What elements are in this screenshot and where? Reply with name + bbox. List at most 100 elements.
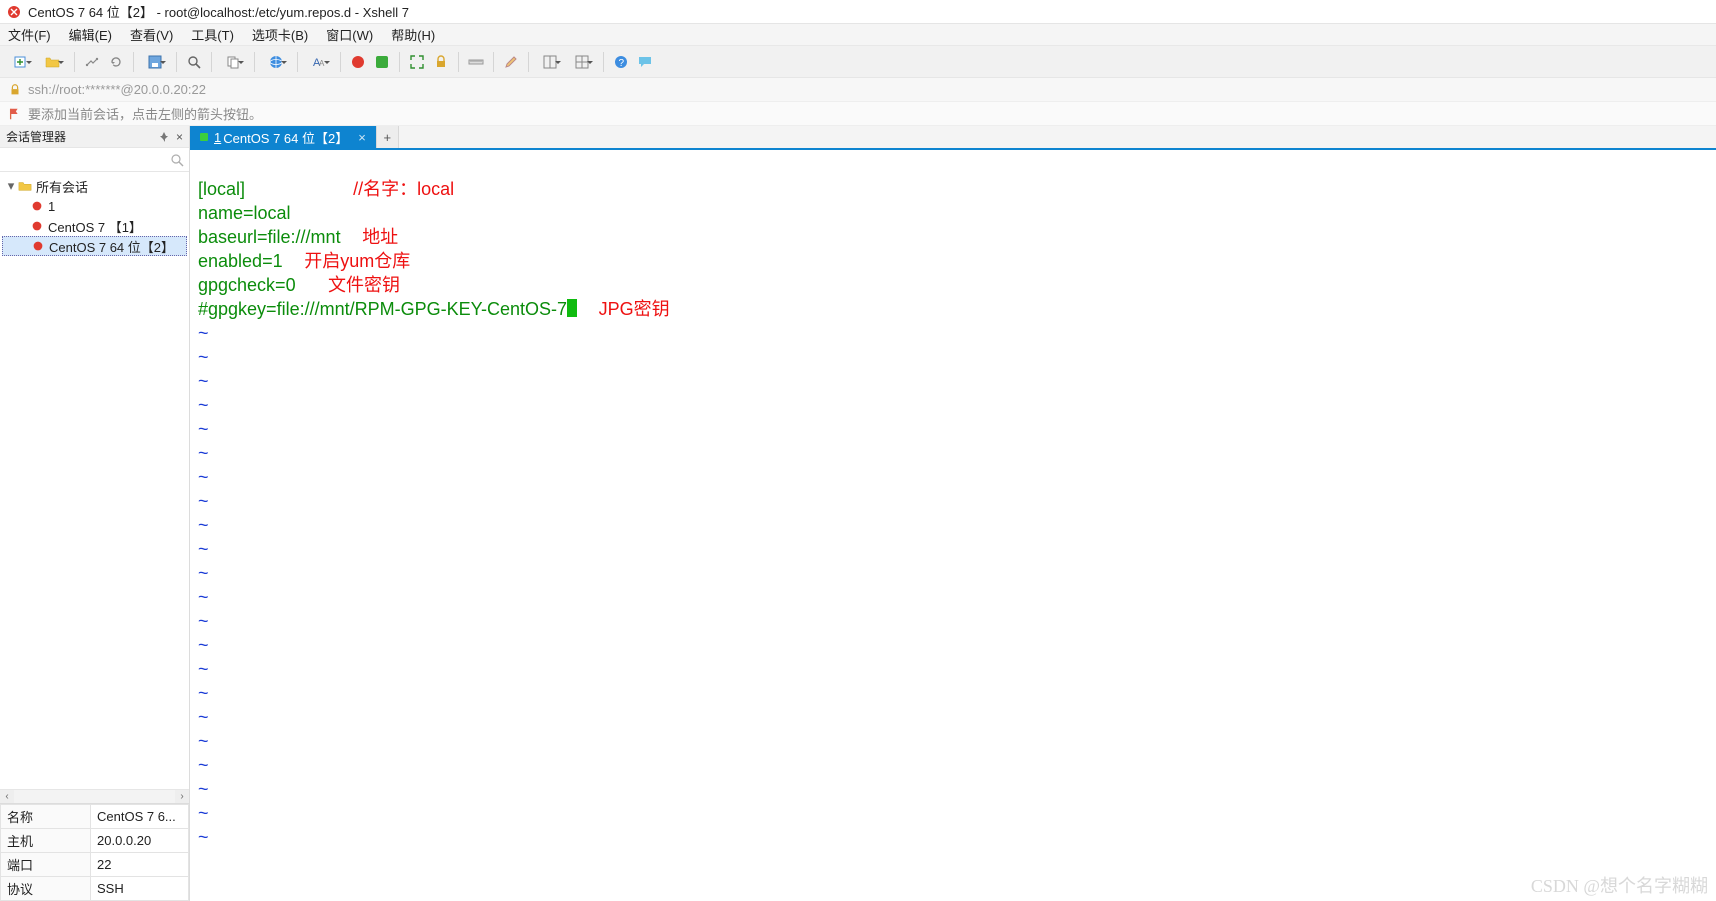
hint-text: 要添加当前会话，点击左侧的箭头按钮。	[28, 104, 262, 123]
xshell-green-icon[interactable]	[371, 51, 393, 73]
reconnect-icon[interactable]	[105, 51, 127, 73]
title-bar: CentOS 7 64 位【2】 - root@localhost:/etc/y…	[0, 0, 1716, 24]
tab-add-button[interactable]: +	[377, 126, 399, 148]
menu-file[interactable]: 文件(F)	[8, 25, 51, 44]
term-tilde: ~	[198, 635, 209, 655]
open-session-button[interactable]	[38, 51, 68, 73]
connect-icon[interactable]	[81, 51, 103, 73]
separator	[211, 52, 212, 72]
tree-item-selected[interactable]: CentOS 7 64 位【2】	[2, 236, 187, 256]
prop-val: 20.0.0.20	[91, 829, 189, 853]
term-tilde: ~	[198, 611, 209, 631]
term-comment: //名字：local	[353, 179, 454, 199]
term-tilde: ~	[198, 443, 209, 463]
separator	[254, 52, 255, 72]
menu-view[interactable]: 查看(V)	[130, 25, 173, 44]
search-small-icon[interactable]	[169, 152, 185, 168]
address-text: ssh://root:*******@20.0.0.20:22	[28, 82, 206, 97]
panes-icon[interactable]	[567, 51, 597, 73]
tab-active[interactable]: 1 CentOS 7 64 位【2】 ×	[190, 126, 377, 148]
separator	[133, 52, 134, 72]
tree-item-label: CentOS 7 64 位【2】	[49, 237, 174, 256]
save-button[interactable]	[140, 51, 170, 73]
term-tilde: ~	[198, 515, 209, 535]
prop-row: 端口22	[1, 853, 189, 877]
scroll-left-icon[interactable]: ‹	[0, 790, 14, 803]
scroll-track[interactable]	[14, 790, 175, 803]
address-bar[interactable]: ssh://root:*******@20.0.0.20:22	[0, 78, 1716, 102]
toolbar: AA ?	[0, 46, 1716, 78]
terminal-pane: 1 CentOS 7 64 位【2】 × + [local] //名字：loca…	[190, 126, 1716, 901]
ruler-icon[interactable]	[465, 51, 487, 73]
prop-row: 协议SSH	[1, 877, 189, 901]
tree-item[interactable]: CentOS 7 【1】	[2, 216, 187, 236]
folder-icon	[18, 179, 32, 193]
prop-row: 名称CentOS 7 6...	[1, 805, 189, 829]
menu-tabs[interactable]: 选项卡(B)	[252, 25, 308, 44]
new-session-button[interactable]	[6, 51, 36, 73]
tree-item[interactable]: 1	[2, 196, 187, 216]
app-icon	[6, 4, 22, 20]
menu-tools[interactable]: 工具(T)	[191, 25, 234, 44]
term-comment: 地址	[362, 227, 398, 247]
term-line: enabled=1	[198, 251, 283, 271]
separator	[176, 52, 177, 72]
svg-text:A: A	[319, 59, 325, 68]
terminal[interactable]: [local] //名字：local name=local baseurl=fi…	[190, 150, 1716, 901]
tab-index: 1	[214, 130, 221, 145]
tree-scrollbar[interactable]: ‹ ›	[0, 789, 189, 803]
prop-val: CentOS 7 6...	[91, 805, 189, 829]
menu-edit[interactable]: 编辑(E)	[69, 25, 112, 44]
window-title: CentOS 7 64 位【2】 - root@localhost:/etc/y…	[28, 2, 409, 21]
xshell-red-icon[interactable]	[347, 51, 369, 73]
term-tilde: ~	[198, 587, 209, 607]
font-button[interactable]: AA	[304, 51, 334, 73]
term-tilde: ~	[198, 803, 209, 823]
help-icon[interactable]: ?	[610, 51, 632, 73]
pin-icon[interactable]	[158, 131, 170, 143]
term-comment: 文件密钥	[328, 275, 400, 295]
term-tilde: ~	[198, 731, 209, 751]
menu-help[interactable]: 帮助(H)	[391, 25, 435, 44]
lock-small-icon	[8, 83, 22, 97]
layout-icon[interactable]	[535, 51, 565, 73]
chat-icon[interactable]	[634, 51, 656, 73]
copy-button[interactable]	[218, 51, 248, 73]
term-line: baseurl=file:///mnt	[198, 227, 341, 247]
flag-icon	[8, 107, 22, 121]
term-tilde: ~	[198, 563, 209, 583]
tab-close-icon[interactable]: ×	[358, 130, 366, 145]
prop-key: 名称	[1, 805, 91, 829]
edit-icon[interactable]	[500, 51, 522, 73]
separator	[74, 52, 75, 72]
separator	[493, 52, 494, 72]
globe-icon[interactable]	[261, 51, 291, 73]
session-tree: ▾ 所有会话 1 CentOS 7 【1】 CentOS 7 64 位【2】	[0, 172, 189, 789]
prop-key: 端口	[1, 853, 91, 877]
separator	[458, 52, 459, 72]
collapse-icon[interactable]: ▾	[6, 178, 16, 194]
search-icon[interactable]	[183, 51, 205, 73]
lock-icon[interactable]	[430, 51, 452, 73]
term-tilde: ~	[198, 395, 209, 415]
sidebar-close-icon[interactable]: ×	[176, 130, 183, 144]
scroll-right-icon[interactable]: ›	[175, 790, 189, 803]
svg-text:?: ?	[619, 58, 625, 69]
term-tilde: ~	[198, 539, 209, 559]
term-tilde: ~	[198, 491, 209, 511]
term-tilde: ~	[198, 323, 209, 343]
menu-bar: 文件(F) 编辑(E) 查看(V) 工具(T) 选项卡(B) 窗口(W) 帮助(…	[0, 24, 1716, 46]
term-tilde: ~	[198, 755, 209, 775]
menu-window[interactable]: 窗口(W)	[326, 25, 373, 44]
term-tilde: ~	[198, 467, 209, 487]
fullscreen-icon[interactable]	[406, 51, 428, 73]
prop-val: SSH	[91, 877, 189, 901]
tab-bar: 1 CentOS 7 64 位【2】 × +	[190, 126, 1716, 150]
tree-root-label: 所有会话	[36, 177, 88, 196]
term-line: name=local	[198, 203, 291, 223]
tree-root[interactable]: ▾ 所有会话	[2, 176, 187, 196]
term-comment: JPG密钥	[599, 299, 670, 319]
session-icon	[31, 239, 45, 253]
search-input[interactable]	[4, 153, 169, 167]
property-grid: 名称CentOS 7 6... 主机20.0.0.20 端口22 协议SSH	[0, 803, 189, 901]
